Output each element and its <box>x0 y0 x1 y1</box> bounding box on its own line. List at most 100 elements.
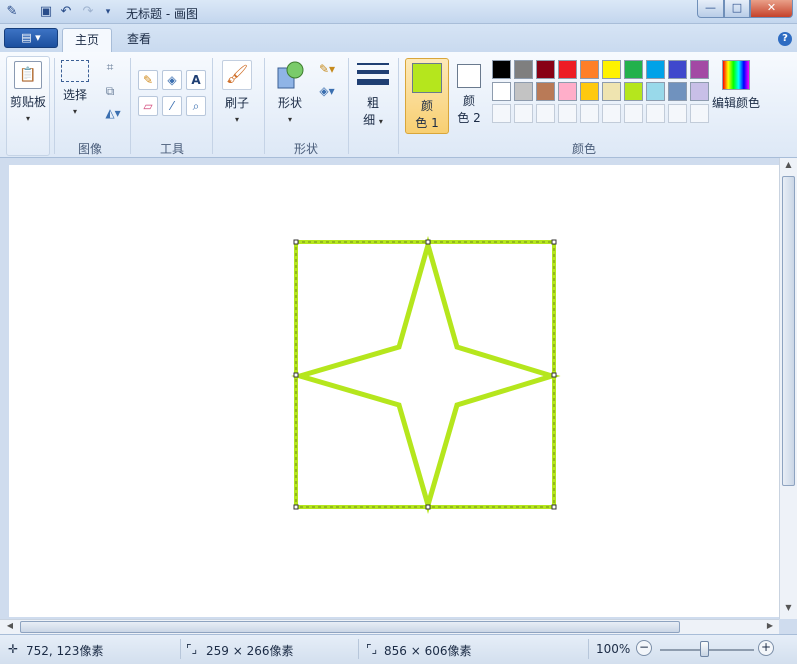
chevron-down-icon: ▾ <box>378 117 383 126</box>
resize-handle[interactable] <box>425 504 431 510</box>
color1-swatch <box>412 63 442 93</box>
pencil-icon[interactable]: ✎ <box>138 70 158 90</box>
palette-swatch[interactable] <box>580 60 599 79</box>
clipboard-icon: 📋 <box>14 61 42 89</box>
zoom-slider-thumb[interactable] <box>700 641 709 657</box>
shapes-label: 形状 <box>277 96 302 110</box>
cursor-position-icon: ✛ <box>8 642 19 656</box>
shapes-button[interactable]: 形状 ▾ <box>272 60 308 125</box>
text-tool-icon[interactable]: A <box>186 70 206 90</box>
redo-icon[interactable]: ↷ <box>80 4 96 20</box>
paint-app-icon[interactable]: ✎ <box>4 4 20 20</box>
color2-button[interactable]: 颜 色 2 <box>452 62 486 126</box>
rainbow-icon <box>722 60 750 90</box>
help-icon[interactable]: ? <box>778 32 792 46</box>
palette-swatch[interactable] <box>690 82 709 101</box>
tab-view[interactable]: 查看 <box>115 28 163 52</box>
size-label-1: 粗 <box>366 96 379 110</box>
drawing-canvas[interactable] <box>9 165 779 617</box>
custom-color-slot[interactable] <box>558 104 577 123</box>
resize-handle[interactable] <box>551 372 557 378</box>
palette-swatch[interactable] <box>536 60 555 79</box>
custom-color-slot[interactable] <box>602 104 621 123</box>
canvas-size-icon: ⌜⌟ <box>366 642 378 656</box>
rotate-icon[interactable]: ◭▾ <box>100 104 126 124</box>
clipboard-button[interactable]: 📋 剪贴板 ▾ <box>6 56 50 156</box>
palette-swatch[interactable] <box>514 60 533 79</box>
status-divider <box>180 639 181 659</box>
resize-icon[interactable]: ⧉ <box>100 82 120 102</box>
status-divider <box>358 639 359 659</box>
palette-swatch[interactable] <box>536 82 555 101</box>
close-button[interactable]: ✕ <box>750 0 793 18</box>
palette-swatch[interactable] <box>558 82 577 101</box>
palette-swatch[interactable] <box>514 82 533 101</box>
minimize-button[interactable]: — <box>697 0 724 18</box>
palette-swatch[interactable] <box>646 82 665 101</box>
brushes-button[interactable]: 🖌 刷子 ▾ <box>218 60 256 125</box>
custom-color-slot[interactable] <box>514 104 533 123</box>
size-label-2: 细 <box>363 113 376 127</box>
palette-swatch[interactable] <box>624 82 643 101</box>
custom-color-slot[interactable] <box>536 104 555 123</box>
select-button[interactable]: 选择 ▾ <box>58 60 92 117</box>
palette-swatch[interactable] <box>558 60 577 79</box>
palette-swatch[interactable] <box>492 60 511 79</box>
palette-swatch[interactable] <box>646 60 665 79</box>
palette-swatch[interactable] <box>492 82 511 101</box>
color2-label-1: 颜 <box>462 94 475 108</box>
custom-color-slot[interactable] <box>668 104 687 123</box>
resize-handle[interactable] <box>551 504 557 510</box>
palette-swatch[interactable] <box>624 60 643 79</box>
crop-icon[interactable]: ⌗ <box>100 58 120 78</box>
zoom-in-icon[interactable]: + <box>758 640 774 656</box>
horizontal-scrollbar[interactable]: ◀ ▶ <box>0 619 779 634</box>
scroll-down-icon[interactable]: ▼ <box>782 603 795 615</box>
resize-handle[interactable] <box>293 372 299 378</box>
palette-swatch[interactable] <box>602 82 621 101</box>
palette-swatch[interactable] <box>668 82 687 101</box>
zoom-out-icon[interactable]: − <box>636 640 652 656</box>
four-point-star-shape[interactable] <box>291 235 561 514</box>
tab-home[interactable]: 主页 <box>62 28 113 52</box>
resize-handle[interactable] <box>293 504 299 510</box>
clipboard-label: 剪贴板 <box>9 95 46 109</box>
custom-color-slot[interactable] <box>690 104 709 123</box>
resize-handle[interactable] <box>293 239 299 245</box>
save-icon[interactable]: ▣ <box>38 4 54 20</box>
fill-bucket-icon[interactable]: ◈ <box>162 70 182 90</box>
custom-color-slot[interactable] <box>580 104 599 123</box>
quick-access-dropdown-icon[interactable]: ▾ <box>100 4 116 20</box>
horizontal-scroll-thumb[interactable] <box>20 621 680 633</box>
scroll-left-icon[interactable]: ◀ <box>4 621 16 633</box>
group-divider <box>348 58 349 154</box>
paint-menu-button[interactable]: ▤ ▾ <box>4 28 58 48</box>
eraser-icon[interactable]: ▱ <box>138 96 158 116</box>
palette-swatch[interactable] <box>580 82 599 101</box>
selection-rectangle-icon <box>61 60 89 82</box>
maximize-button[interactable]: □ <box>724 0 750 18</box>
size-button[interactable]: 粗 细 ▾ <box>354 60 392 128</box>
vertical-scrollbar[interactable]: ▲ ▼ <box>779 158 797 619</box>
custom-color-slot[interactable] <box>646 104 665 123</box>
outline-icon[interactable]: ✎▾ <box>314 60 340 80</box>
resize-handle[interactable] <box>551 239 557 245</box>
palette-swatch[interactable] <box>668 60 687 79</box>
scroll-right-icon[interactable]: ▶ <box>764 621 776 633</box>
palette-swatch[interactable] <box>690 60 709 79</box>
color2-swatch <box>457 64 481 88</box>
resize-handle[interactable] <box>425 239 431 245</box>
magnifier-icon[interactable]: ⌕ <box>186 96 206 116</box>
undo-icon[interactable]: ↶ <box>58 4 74 20</box>
color1-label-1: 颜 <box>420 99 433 113</box>
scroll-up-icon[interactable]: ▲ <box>782 160 795 172</box>
fill-icon[interactable]: ◈▾ <box>314 82 340 102</box>
color1-button[interactable]: 颜 色 1 <box>405 58 449 134</box>
custom-color-slot[interactable] <box>492 104 511 123</box>
edit-colors-button[interactable]: 编辑颜色 <box>710 60 762 111</box>
color-picker-icon[interactable]: ⁄ <box>162 96 182 116</box>
tools-group-label: 工具 <box>159 142 184 156</box>
custom-color-slot[interactable] <box>624 104 643 123</box>
vertical-scroll-thumb[interactable] <box>782 176 795 486</box>
palette-swatch[interactable] <box>602 60 621 79</box>
